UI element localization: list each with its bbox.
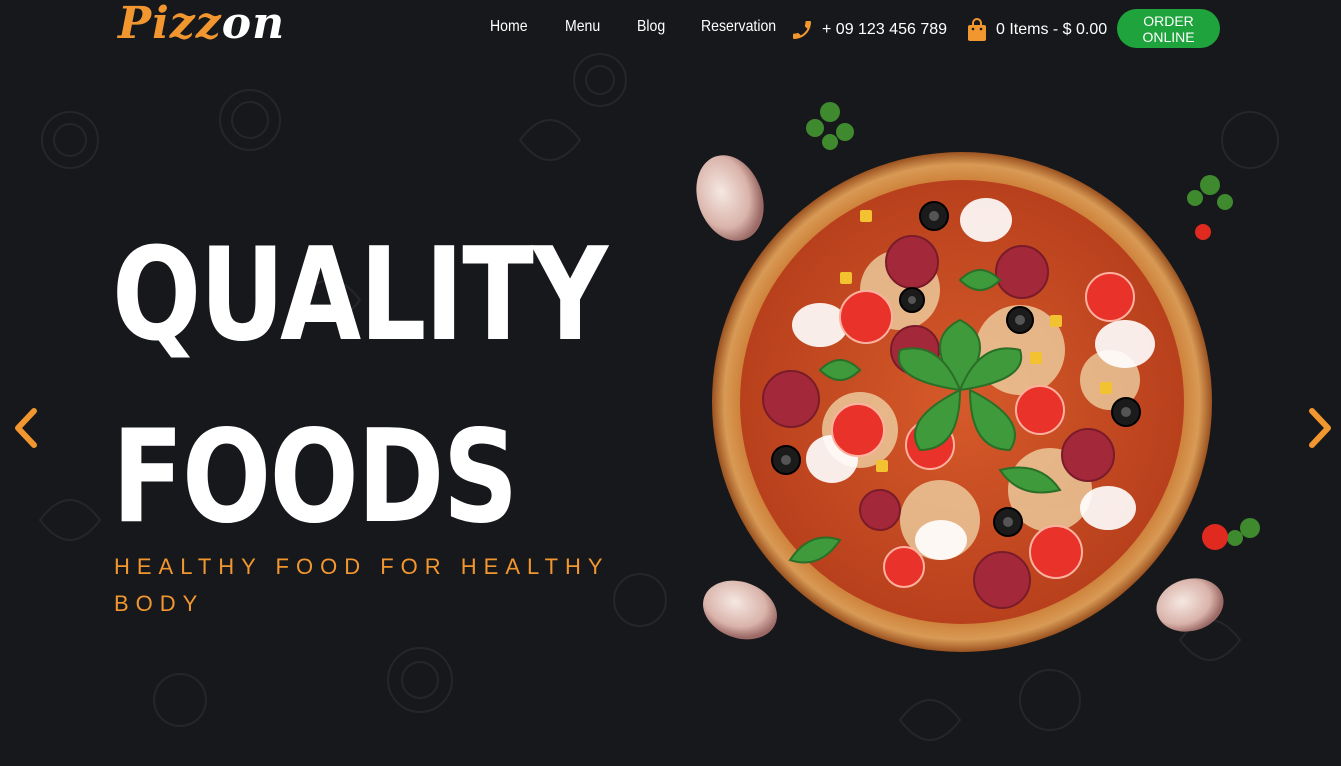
chevron-right-icon[interactable] [1304, 405, 1338, 451]
hero-title: QUALITY FOODS [112, 205, 608, 569]
order-online-button[interactable]: ORDER ONLINE [1117, 9, 1220, 48]
nav-reservation[interactable]: Reservation [701, 18, 776, 36]
site-header: Pizzon Home Menu Blog Reservation + 09 1… [0, 0, 1341, 60]
nav-home[interactable]: Home [490, 18, 528, 36]
logo-part-2: on [221, 0, 286, 49]
hero-title-line-2: FOODS [112, 403, 518, 552]
shopping-bag-icon [968, 18, 986, 41]
nav-menu[interactable]: Menu [565, 18, 600, 36]
phone-number: + 09 123 456 789 [822, 21, 948, 38]
logo[interactable]: Pizzon [118, 0, 285, 49]
cart-summary[interactable]: 0 Items - $ 0.00 [966, 18, 1107, 42]
logo-part-1: Pizz [118, 0, 222, 49]
hero-title-line-1: QUALITY [112, 221, 608, 370]
cart-text: 0 Items - $ 0.00 [996, 21, 1108, 38]
phone-contact[interactable]: + 09 123 456 789 [790, 18, 947, 42]
hero-subtitle: HEALTHY FOOD FOR HEALTHY BODY [114, 554, 610, 616]
pizza-image [696, 102, 1260, 652]
chevron-left-icon[interactable] [8, 405, 42, 451]
nav-blog[interactable]: Blog [637, 18, 665, 36]
main-nav: Home Menu Blog Reservation [490, 18, 818, 36]
phone-icon [793, 21, 811, 39]
